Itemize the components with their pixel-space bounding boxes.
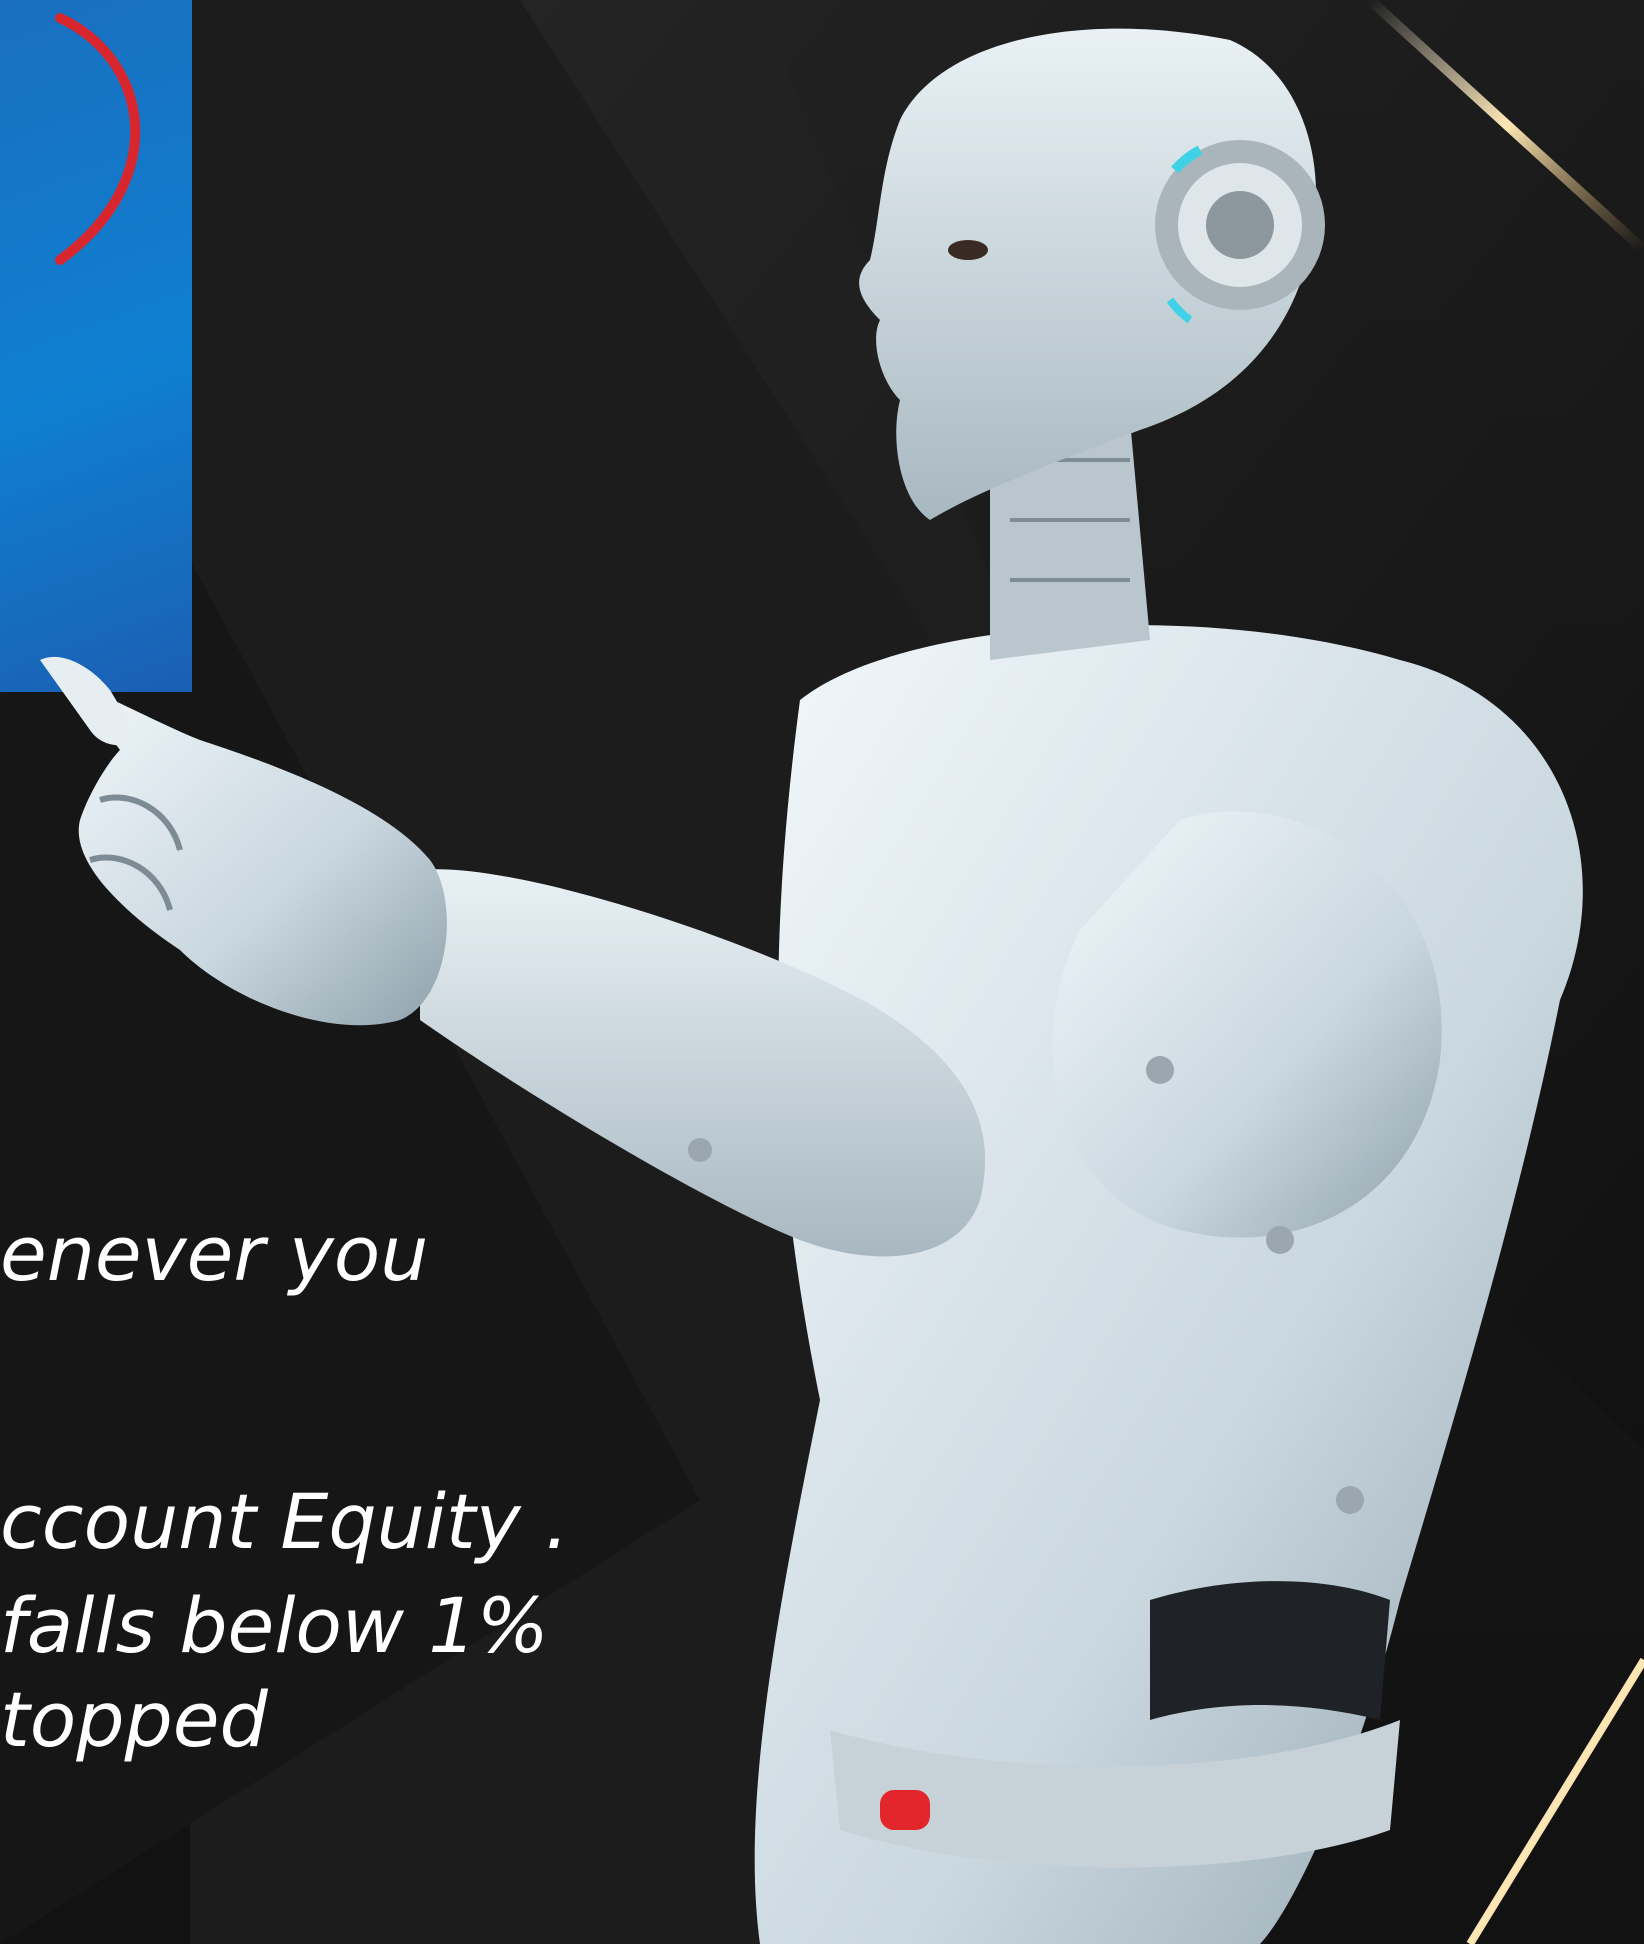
red-indicator-icon xyxy=(880,1790,930,1830)
caption-line-4: topped xyxy=(0,1675,268,1764)
caption-line-2: ccount Equity . xyxy=(0,1477,569,1566)
caption-line-1: enever you xyxy=(0,1209,429,1298)
page: enever you ccount Equity . falls below 1… xyxy=(0,0,1644,1944)
caption-line-3: falls below 1% xyxy=(0,1581,549,1670)
